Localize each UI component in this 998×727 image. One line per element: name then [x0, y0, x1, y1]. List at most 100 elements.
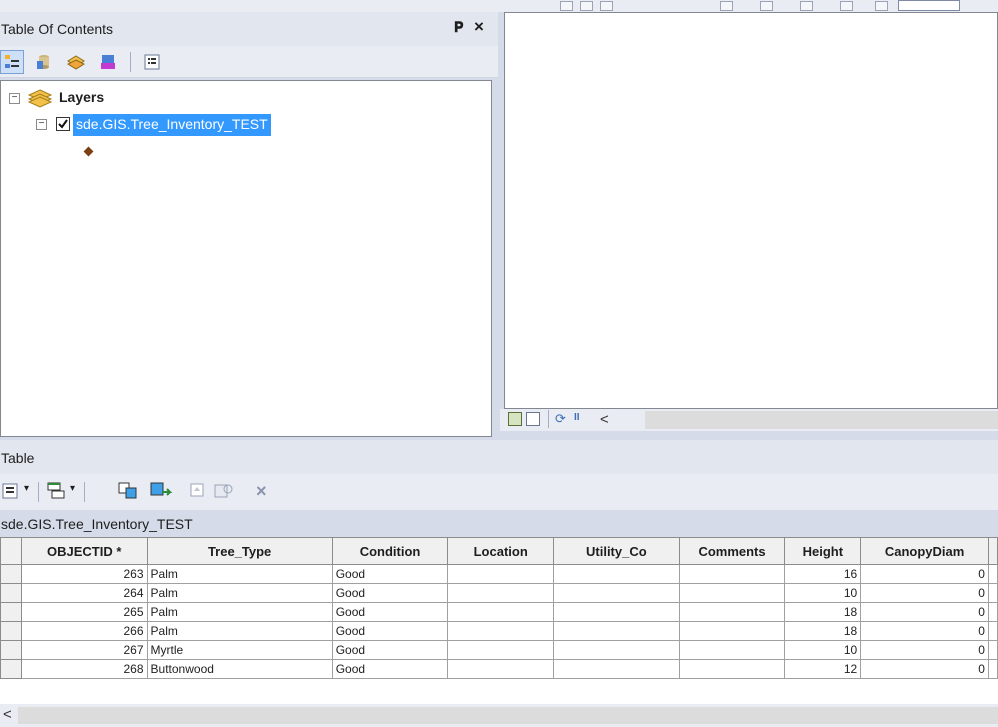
table-cell[interactable]: Palm	[146, 564, 333, 584]
related-tables-icon[interactable]	[46, 482, 66, 503]
table-cell[interactable]	[447, 564, 555, 584]
switch-selection-icon[interactable]	[150, 482, 173, 503]
layer-visibility-checkbox[interactable]	[56, 117, 70, 131]
table-cell[interactable]	[553, 621, 680, 641]
table-cell[interactable]: 12	[784, 659, 862, 679]
toolbar-tool-icon[interactable]	[720, 1, 733, 11]
column-header[interactable]: Height	[784, 537, 862, 565]
table-cell[interactable]: 10	[784, 583, 862, 603]
pause-icon[interactable]: II	[574, 412, 580, 423]
list-by-drawing-order-icon[interactable]	[0, 50, 24, 74]
table-cell[interactable]: 0	[860, 640, 989, 660]
chevron-down-icon[interactable]: ▾	[24, 483, 29, 494]
column-header[interactable]: Location	[447, 537, 555, 565]
point-symbol-icon[interactable]	[83, 146, 94, 157]
table-cell[interactable]: 10	[784, 640, 862, 660]
table-cell[interactable]	[447, 583, 555, 603]
chevron-down-icon[interactable]: ▾	[70, 483, 75, 494]
table-row[interactable]: 267 Myrtle Good 10 0	[0, 640, 998, 660]
toolbar-tool-icon[interactable]	[875, 1, 888, 11]
table-cell[interactable]: Good	[331, 602, 449, 622]
table-cell[interactable]: 268	[20, 659, 148, 679]
table-cell[interactable]: 264	[20, 583, 148, 603]
layer-name-label[interactable]: sde.GIS.Tree_Inventory_TEST	[73, 114, 271, 136]
table-row[interactable]: 264 Palm Good 10 0	[0, 583, 998, 603]
table-cell[interactable]: 18	[784, 621, 862, 641]
list-by-source-icon[interactable]	[32, 50, 56, 74]
table-cell[interactable]	[447, 659, 555, 679]
table-cell[interactable]	[553, 640, 680, 660]
column-header[interactable]: Tree_Type	[146, 537, 333, 565]
table-cell[interactable]: 0	[860, 621, 989, 641]
table-row[interactable]: 265 Palm Good 18 0	[0, 602, 998, 622]
scale-combobox[interactable]	[898, 0, 960, 11]
select-by-attributes-icon[interactable]	[118, 482, 138, 503]
map-horizontal-scrollbar[interactable]	[645, 411, 998, 429]
table-options-icon[interactable]	[2, 483, 18, 502]
table-cell[interactable]: Good	[331, 659, 449, 679]
scroll-left-icon[interactable]: <	[600, 411, 609, 428]
table-cell[interactable]: 0	[860, 602, 989, 622]
data-view-icon[interactable]	[508, 412, 522, 426]
table-cell[interactable]	[447, 621, 555, 641]
table-cell[interactable]: Good	[331, 583, 449, 603]
table-cell[interactable]: 18	[784, 602, 862, 622]
table-row[interactable]: 266 Palm Good 18 0	[0, 621, 998, 641]
clear-selection-icon[interactable]	[190, 483, 206, 502]
toolbar-tool-icon[interactable]	[580, 1, 593, 11]
table-cell[interactable]: 265	[20, 602, 148, 622]
toolbar-tool-icon[interactable]	[560, 1, 573, 11]
row-selector[interactable]	[0, 583, 22, 603]
table-cell[interactable]	[553, 602, 680, 622]
layout-view-icon[interactable]	[526, 412, 540, 426]
table-cell[interactable]: 0	[860, 659, 989, 679]
column-header[interactable]: Utility_Co	[553, 537, 680, 565]
table-tab[interactable]: sde.GIS.Tree_Inventory_TEST	[1, 516, 193, 532]
row-selector[interactable]	[0, 640, 22, 660]
toolbar-tool-icon[interactable]	[800, 1, 813, 11]
table-cell[interactable]: Good	[331, 640, 449, 660]
list-by-selection-icon[interactable]	[96, 50, 120, 74]
table-cell[interactable]: 267	[20, 640, 148, 660]
table-cell[interactable]: 263	[20, 564, 148, 584]
column-header[interactable]: CanopyDiam	[860, 537, 989, 565]
table-cell[interactable]	[678, 583, 786, 603]
layers-root-label[interactable]: Layers	[59, 89, 104, 105]
table-cell[interactable]: 16	[784, 564, 862, 584]
toolbar-tool-icon[interactable]	[760, 1, 773, 11]
column-header[interactable]: OBJECTID *	[20, 537, 148, 565]
toolbar-tool-icon[interactable]	[600, 1, 613, 11]
table-cell[interactable]: Palm	[146, 583, 333, 603]
table-cell[interactable]: Buttonwood	[146, 659, 333, 679]
table-cell[interactable]: Myrtle	[146, 640, 333, 660]
map-canvas[interactable]	[504, 12, 998, 409]
table-cell[interactable]	[447, 602, 555, 622]
table-cell[interactable]	[447, 640, 555, 660]
column-header[interactable]: Comments	[678, 537, 786, 565]
table-cell[interactable]: 0	[860, 583, 989, 603]
row-selector[interactable]	[0, 621, 22, 641]
toolbar-tool-icon[interactable]	[840, 1, 853, 11]
table-cell[interactable]	[553, 659, 680, 679]
scroll-left-icon[interactable]: <	[3, 706, 12, 723]
table-cell[interactable]	[678, 621, 786, 641]
close-icon[interactable]: ×	[474, 17, 484, 37]
table-cell[interactable]	[678, 640, 786, 660]
row-selector[interactable]	[0, 602, 22, 622]
collapse-icon[interactable]: −	[9, 93, 20, 104]
column-header[interactable]: Condition	[331, 537, 449, 565]
table-cell[interactable]: Palm	[146, 621, 333, 641]
row-selector-header[interactable]	[0, 537, 22, 565]
table-cell[interactable]	[678, 602, 786, 622]
table-row[interactable]: 263 Palm Good 16 0	[0, 564, 998, 584]
table-cell[interactable]	[553, 564, 680, 584]
table-cell[interactable]	[678, 564, 786, 584]
table-cell[interactable]: Good	[331, 564, 449, 584]
list-by-visibility-icon[interactable]	[64, 50, 88, 74]
collapse-icon[interactable]: −	[36, 119, 47, 130]
table-cell[interactable]: Good	[331, 621, 449, 641]
delete-selected-icon[interactable]: ×	[256, 481, 267, 502]
table-horizontal-scrollbar[interactable]: <	[0, 704, 998, 727]
zoom-to-selected-icon[interactable]	[214, 483, 234, 502]
options-icon[interactable]	[140, 50, 164, 74]
